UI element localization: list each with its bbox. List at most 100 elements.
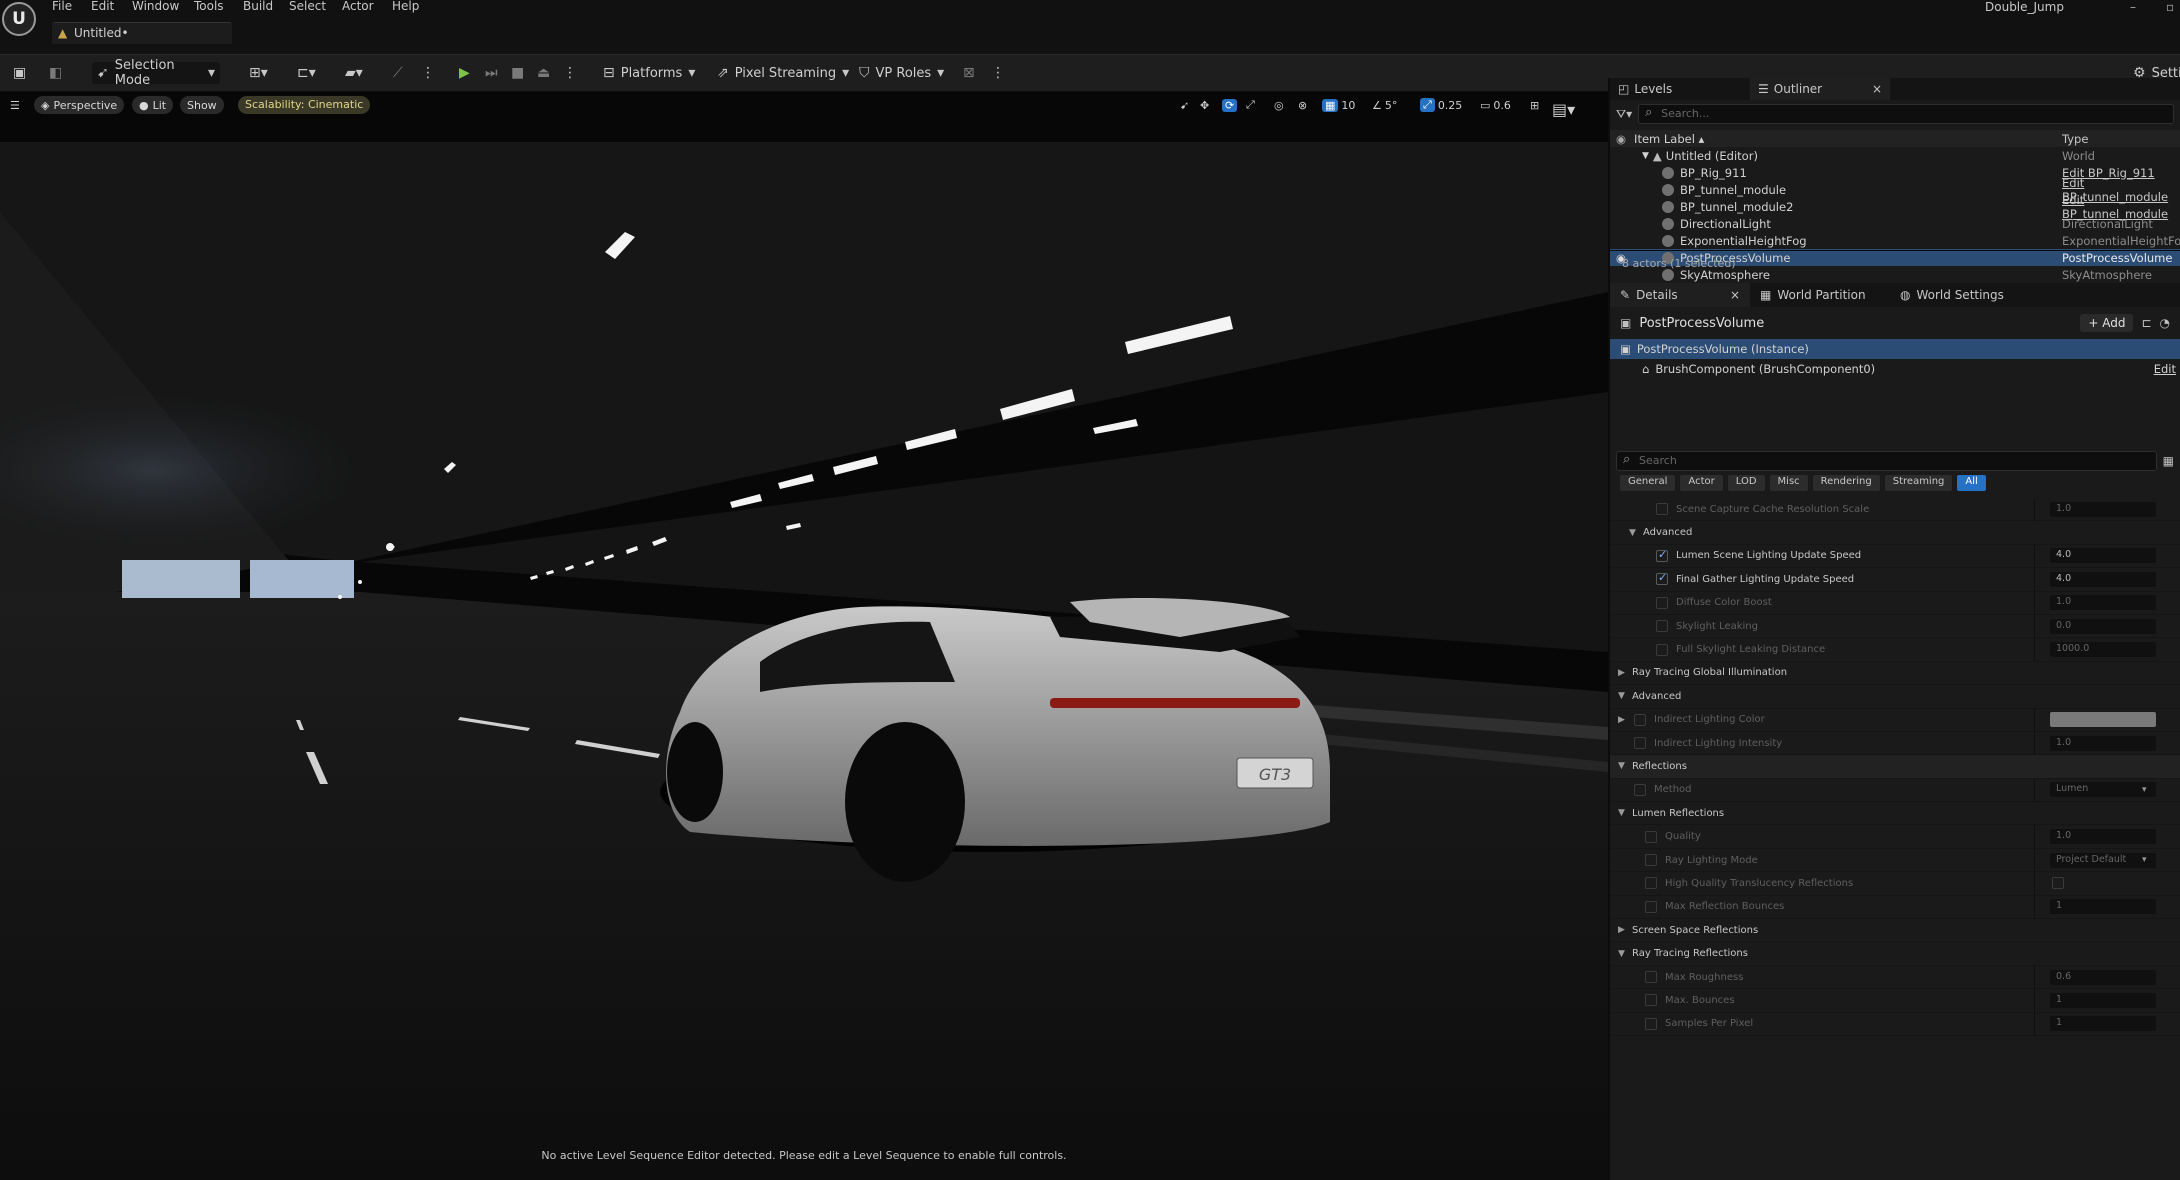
camera-speed-button[interactable]: ▭ 0.6 (1480, 96, 1511, 114)
override-checkbox[interactable] (1656, 596, 1668, 609)
component-edit-link[interactable]: Edit (2154, 362, 2176, 376)
minimize-button[interactable]: – (2130, 0, 2136, 14)
grid-snap-button[interactable]: ▦ 10 (1322, 96, 1355, 114)
outliner-root-row[interactable]: ▼ ▲ Untitled (Editor) World (1610, 147, 2180, 164)
override-checkbox[interactable] (1645, 994, 1657, 1007)
scale-snap-button[interactable]: ⤢ 0.25 (1420, 96, 1462, 114)
column-splitter[interactable] (2034, 614, 2035, 638)
column-splitter[interactable] (2034, 872, 2035, 896)
override-checkbox[interactable] (1634, 783, 1646, 796)
column-splitter[interactable] (2034, 825, 2035, 849)
override-checkbox[interactable] (1645, 830, 1657, 843)
outliner-item[interactable]: BP_tunnel_module2 Edit BP_tunnel_module (1610, 193, 2180, 221)
override-checkbox[interactable] (1634, 737, 1646, 750)
col-type[interactable]: Type (2062, 132, 2088, 146)
property-value[interactable]: 4.0 (2050, 548, 2156, 564)
chevron-down-icon[interactable]: ▼ (1618, 691, 1625, 701)
menu-window[interactable]: Window (132, 0, 179, 14)
tab-details[interactable]: ✎ Details × (1610, 283, 1750, 307)
property-value[interactable]: 1.0 (2050, 595, 2156, 611)
property-category[interactable]: ▶ Screen Space Reflections (1610, 919, 2180, 943)
filter-icon[interactable]: ⛛▾ (1616, 107, 1632, 122)
color-swatch[interactable] (2050, 712, 2156, 728)
filter-chip-rendering[interactable]: Rendering (1812, 475, 1880, 491)
menu-edit[interactable]: Edit (91, 0, 114, 14)
scalability-badge[interactable]: Scalability: Cinematic (238, 96, 371, 114)
override-checkbox[interactable] (1645, 854, 1657, 867)
play-options-button[interactable]: ⋮ (558, 62, 582, 84)
column-splitter[interactable] (2034, 498, 2035, 521)
property-row[interactable]: Scene Capture Cache Resolution Scale 1.0 (1610, 498, 2180, 522)
outliner-item[interactable]: DirectionalLight DirectionalLight (1610, 215, 2180, 232)
chevron-right-icon[interactable]: ▶ (1618, 668, 1625, 678)
selection-mode-dropdown[interactable]: ➹ Selection Mode ▾ (92, 58, 220, 88)
property-row[interactable]: Indirect Lighting Intensity 1.0 (1610, 731, 2180, 756)
property-row[interactable]: Final Gather Lighting Update Speed 4.0 (1610, 568, 2180, 592)
property-row[interactable]: Quality 1.0 (1610, 825, 2180, 849)
tab-world-partition[interactable]: ▦ World Partition (1750, 283, 1890, 307)
property-category[interactable]: ▶ Ray Tracing Global Illumination (1610, 662, 2180, 686)
level-viewport[interactable]: GT3 ☰ ◈ Perspective ● Lit Show Scalabili… (0, 92, 1608, 1180)
platforms-dropdown[interactable]: ⊟ Platforms ▾ (598, 62, 700, 84)
filter-chip-actor[interactable]: Actor (1680, 475, 1723, 491)
override-checkbox[interactable] (1656, 643, 1668, 656)
column-splitter[interactable] (2034, 591, 2035, 615)
override-checkbox[interactable] (1645, 877, 1657, 890)
modes-button[interactable]: ⟋ (388, 62, 408, 84)
close-icon[interactable]: × (1730, 288, 1740, 302)
property-row[interactable]: Method Lumen ▾ (1610, 778, 2180, 803)
column-splitter[interactable] (2034, 778, 2035, 802)
filter-chip-all[interactable]: All (1957, 475, 1986, 491)
tab-world-settings[interactable]: ◍ World Settings (1890, 283, 2050, 307)
viewport-layout-button[interactable]: ▤▾ (1552, 100, 1575, 119)
source-control-button[interactable]: ⊠ (958, 62, 980, 84)
perspective-button[interactable]: ◈ Perspective (34, 96, 125, 114)
filter-chip-lod[interactable]: LOD (1727, 475, 1765, 491)
blueprint-icon[interactable]: ⊏ (2141, 316, 2151, 330)
chevron-right-icon[interactable]: ▶ (1618, 715, 1625, 725)
eject-button[interactable]: ⏏ (532, 62, 555, 84)
vp-roles-dropdown[interactable]: ⛉ VP Roles ▾ (854, 62, 949, 84)
override-checkbox[interactable] (1656, 503, 1668, 516)
filter-chip-misc[interactable]: Misc (1769, 475, 1808, 491)
property-row[interactable]: Max Reflection Bounces 1 (1610, 895, 2180, 920)
details-search-input[interactable]: Search (1616, 451, 2157, 471)
property-row[interactable]: Skylight Leaking 0.0 (1610, 614, 2180, 639)
add-actor-button[interactable]: ⊞▾ (244, 62, 273, 84)
column-splitter[interactable] (2034, 731, 2035, 755)
property-category[interactable]: ▼ Advanced (1610, 521, 2180, 545)
surface-snap-button[interactable]: ⊗ (1298, 96, 1307, 114)
add-component-button[interactable]: + Add (2080, 314, 2134, 332)
maximize-button[interactable]: ▫ (2166, 0, 2174, 14)
column-splitter[interactable] (2034, 1012, 2035, 1036)
unreal-logo[interactable]: U (2, 2, 36, 36)
menu-file[interactable]: File (52, 0, 72, 14)
property-value[interactable]: 1000.0 (2050, 642, 2156, 658)
chevron-right-icon[interactable]: ▶ (1618, 925, 1625, 935)
toolbar-more-2-button[interactable]: ⋮ (986, 62, 1010, 84)
save-button[interactable]: ▣ (8, 62, 31, 84)
blueprint-button[interactable]: ⊏▾ (292, 62, 321, 84)
override-checkbox[interactable] (1645, 971, 1657, 983)
property-value[interactable]: 1.0 (2050, 501, 2156, 517)
column-splitter[interactable] (2034, 895, 2035, 919)
property-row[interactable]: Full Skylight Leaking Distance 1000.0 (1610, 638, 2180, 662)
chevron-down-icon[interactable]: ▾ (2142, 855, 2147, 865)
menu-tools[interactable]: Tools (194, 0, 224, 14)
property-value[interactable]: 1.0 (2050, 829, 2156, 845)
override-checkbox[interactable] (1656, 620, 1668, 633)
override-checkbox[interactable] (1645, 1017, 1657, 1030)
chevron-down-icon[interactable]: ▼ (1618, 808, 1625, 818)
property-row[interactable]: High Quality Translucency Reflections (1610, 872, 2180, 896)
outliner-search-input[interactable]: Search... (1638, 104, 2174, 124)
column-splitter[interactable] (2034, 965, 2035, 989)
property-category[interactable]: ▼ Ray Tracing Reflections (1610, 942, 2180, 966)
stop-button[interactable]: ■ (506, 62, 529, 84)
menu-select[interactable]: Select (289, 0, 326, 14)
property-row[interactable]: Max Roughness 0.6 (1610, 965, 2180, 990)
settings-icon[interactable]: ◔ (2160, 316, 2170, 330)
override-checkbox[interactable] (1634, 713, 1646, 726)
property-value[interactable]: Lumen (2050, 782, 2156, 798)
property-value[interactable]: 1 (2050, 1016, 2156, 1032)
collapse-arrow-icon[interactable]: ▼ (1642, 151, 1649, 161)
